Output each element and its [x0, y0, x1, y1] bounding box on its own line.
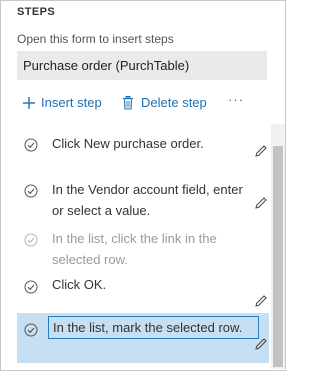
trash-icon	[123, 96, 133, 110]
form-field[interactable]: Purchase order (PurchTable)	[17, 51, 267, 80]
check-circle-icon	[24, 184, 38, 198]
scrollbar-thumb[interactable]	[273, 146, 283, 367]
pencil-icon[interactable]	[254, 294, 268, 308]
step-text: In the list, click the link in the selec…	[52, 231, 217, 267]
check-circle-icon	[24, 280, 38, 294]
step-text: Click OK.	[52, 277, 107, 292]
list-item-selected[interactable]: In the list, mark the selected row.	[17, 313, 269, 363]
form-label: Open this form to insert steps	[17, 32, 174, 46]
list-item[interactable]: Click OK.	[17, 274, 269, 314]
plus-icon	[23, 97, 35, 109]
section-header: STEPS	[17, 6, 56, 18]
list-item[interactable]: Click New purchase order.	[17, 132, 269, 158]
check-circle-icon	[24, 323, 38, 337]
check-circle-icon	[24, 138, 38, 152]
pencil-icon[interactable]	[254, 144, 268, 158]
steps-list: Click New purchase order. In the Vendor …	[0, 124, 270, 369]
list-item[interactable]: In the list, click the link in the selec…	[17, 227, 269, 273]
more-options-button[interactable]: ···	[228, 92, 244, 107]
list-item[interactable]: In the Vendor account field, enter or se…	[17, 178, 269, 224]
pencil-icon[interactable]	[254, 196, 268, 210]
insert-step-label: Insert step	[41, 95, 102, 110]
pencil-icon[interactable]	[254, 337, 268, 351]
check-circle-icon	[24, 233, 38, 247]
step-text: Click New purchase order.	[52, 136, 204, 151]
delete-step-label: Delete step	[141, 95, 207, 110]
step-text: In the list, mark the selected row.	[48, 316, 259, 339]
step-text: In the Vendor account field, enter or se…	[52, 182, 243, 218]
